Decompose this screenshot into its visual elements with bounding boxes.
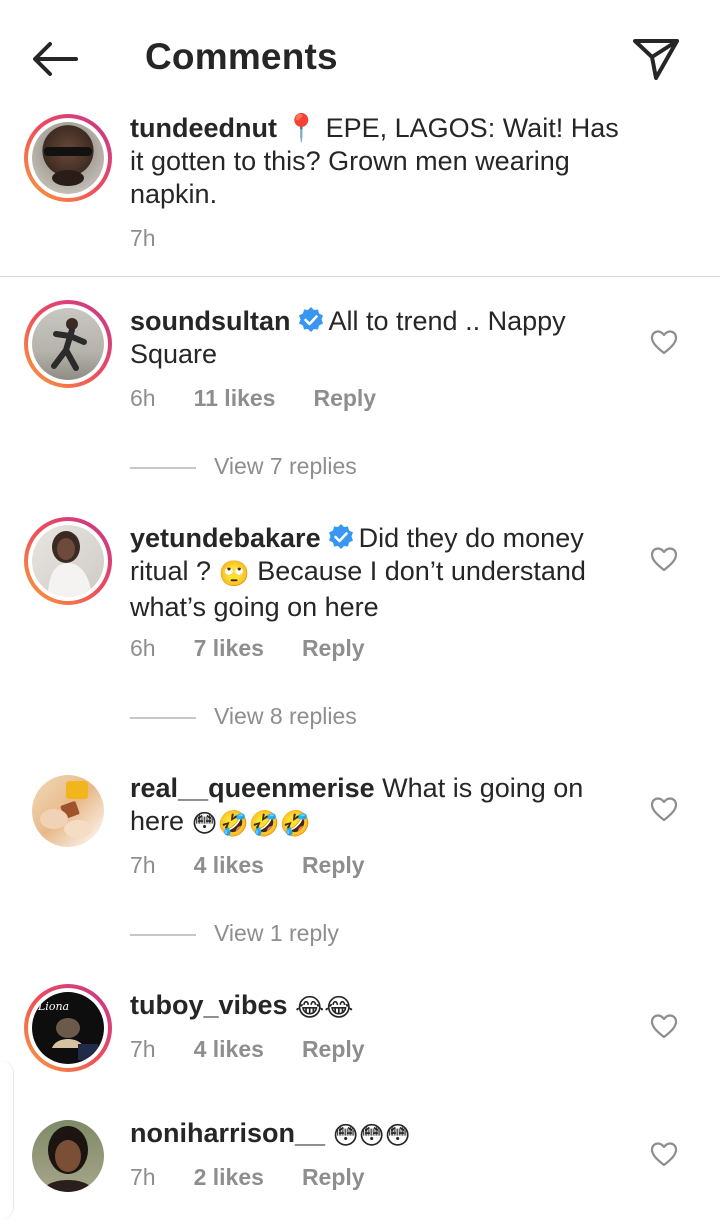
comment-username[interactable]: soundsultan: [130, 306, 291, 336]
replies-line: [130, 717, 196, 719]
comment-meta: 6h 7 likes Reply: [130, 635, 365, 662]
heart-icon[interactable]: [650, 1013, 678, 1039]
caption-username[interactable]: tundeednut: [130, 113, 277, 143]
comment-username[interactable]: noniharrison__: [130, 1118, 325, 1148]
reply-button[interactable]: Reply: [302, 635, 365, 662]
caption-meta: 7h: [130, 225, 156, 252]
comment-timestamp: 7h: [130, 1164, 156, 1190]
comment-meta: 7h 4 likes Reply: [130, 1036, 365, 1063]
page-title: Comments: [145, 36, 338, 77]
avatar-photo: Liona: [37, 1000, 98, 1060]
verified-badge-icon: [298, 307, 323, 332]
replies-line: [130, 934, 196, 936]
avatar[interactable]: [24, 517, 112, 605]
avatar-photo: [48, 531, 92, 597]
arrow-left-icon: [33, 42, 78, 76]
comment-timestamp: 6h: [130, 385, 156, 411]
comment-text: real__queenmerise What is going on here …: [130, 772, 630, 841]
comment-text: tuboy_vibes 😂😂: [130, 989, 630, 1025]
avatar-photo: [42, 1126, 94, 1192]
avatar[interactable]: [32, 775, 104, 847]
likes-count[interactable]: 2 likes: [194, 1164, 264, 1191]
comment-meta: 6h 11 likes Reply: [130, 385, 376, 412]
reply-button[interactable]: Reply: [313, 385, 376, 412]
comment-timestamp: 7h: [130, 852, 156, 878]
comment-text: noniharrison__ 😳😳😳: [130, 1117, 630, 1153]
reply-button[interactable]: Reply: [302, 1036, 365, 1063]
avatar-photo: [51, 318, 87, 371]
avatar-photo: [44, 147, 92, 186]
view-replies-label: View 7 replies: [214, 453, 357, 479]
avatar[interactable]: Liona: [24, 984, 112, 1072]
likes-count[interactable]: 4 likes: [194, 1036, 264, 1063]
comment-meta: 7h 2 likes Reply: [130, 1164, 365, 1191]
comment-username[interactable]: yetundebakare: [130, 523, 321, 553]
caption-text: tundeednut 📍 EPE, LAGOS: Wait! Has it go…: [130, 112, 630, 211]
reply-button[interactable]: Reply: [302, 1164, 365, 1191]
replies-line: [130, 467, 196, 469]
reaction-emojis: 😳🤣🤣🤣: [191, 810, 311, 838]
likes-count[interactable]: 11 likes: [194, 385, 276, 412]
share-button[interactable]: [630, 34, 682, 84]
comment-text: yetundebakare Did they do money ritual ? …: [130, 522, 630, 624]
heart-icon[interactable]: [650, 546, 678, 572]
paper-plane-icon: [633, 39, 679, 80]
avatar[interactable]: [32, 1120, 104, 1192]
eye-roll-emoji: 🙄: [218, 560, 250, 588]
view-replies-label: View 8 replies: [214, 703, 357, 729]
likes-count[interactable]: 7 likes: [194, 635, 264, 662]
header-bar: Comments: [0, 0, 720, 112]
reaction-emojis: 😂😂: [295, 994, 354, 1022]
post-caption: tundeednut 📍 EPE, LAGOS: Wait! Has it go…: [0, 112, 720, 276]
comment-timestamp: 6h: [130, 635, 156, 661]
back-button[interactable]: [28, 36, 84, 82]
avatar-photo: [40, 781, 92, 838]
heart-icon[interactable]: [650, 796, 678, 822]
svg-text:Liona: Liona: [37, 1000, 69, 1013]
comment-timestamp: 7h: [130, 1036, 156, 1062]
verified-badge-icon: [328, 524, 353, 549]
heart-icon[interactable]: [650, 1141, 678, 1167]
pin-icon: 📍: [284, 113, 319, 143]
heart-icon[interactable]: [650, 329, 678, 355]
avatar[interactable]: [24, 114, 112, 202]
caption-divider: [0, 276, 720, 277]
avatar[interactable]: [24, 300, 112, 388]
likes-count[interactable]: 4 likes: [194, 852, 264, 879]
reaction-emojis: 😳😳😳: [332, 1122, 411, 1150]
comment-meta: 7h 4 likes Reply: [130, 852, 365, 879]
comment-username[interactable]: tuboy_vibes: [130, 990, 288, 1020]
caption-timestamp: 7h: [130, 225, 156, 251]
edge-panel-handle[interactable]: [0, 1060, 14, 1220]
view-replies-label: View 1 reply: [214, 920, 339, 946]
reply-button[interactable]: Reply: [302, 852, 365, 879]
comment-username[interactable]: real__queenmerise: [130, 773, 375, 803]
comment-text: soundsultan All to trend .. Nappy Square: [130, 305, 630, 371]
